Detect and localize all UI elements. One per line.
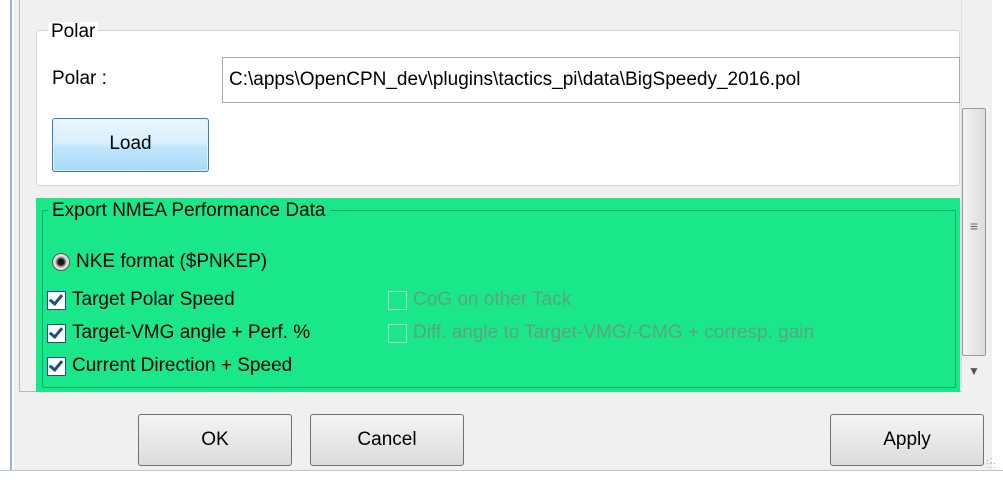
resize-grip-icon[interactable]: ·::::	[986, 456, 1000, 472]
cancel-button[interactable]: Cancel	[310, 414, 464, 466]
left-checkbox-column: Target Polar Speed Target-VMG angle + Pe…	[47, 287, 310, 379]
checkbox-checked-icon[interactable]	[47, 356, 66, 376]
grip-icon: ≡	[969, 218, 979, 234]
export-group-legend: Export NMEA Performance Data	[48, 201, 330, 221]
ok-button[interactable]: OK	[138, 414, 292, 466]
radio-selected-icon[interactable]	[52, 253, 70, 271]
target-polar-speed-checkbox[interactable]: Target Polar Speed	[47, 287, 310, 313]
arrow-down-icon[interactable]: ▼	[966, 358, 982, 384]
checkbox-label: Diff. angle to Target-VMG/-CMG + corresp…	[413, 322, 815, 343]
checkbox-label: Target Polar Speed	[72, 289, 235, 310]
load-button[interactable]: Load	[52, 118, 209, 172]
target-vmg-angle-checkbox[interactable]: Target-VMG angle + Perf. %	[47, 320, 310, 346]
checkbox-unchecked-icon[interactable]	[388, 290, 407, 310]
checkbox-checked-icon[interactable]	[47, 290, 66, 310]
checkbox-checked-icon[interactable]	[47, 323, 66, 343]
checkbox-label: Current Direction + Speed	[72, 355, 293, 376]
window-frame-left	[0, 0, 12, 484]
polar-group-legend: Polar	[48, 22, 99, 42]
nke-format-label: NKE format ($PNKEP)	[76, 251, 268, 272]
window-frame-bottom	[0, 470, 1003, 484]
checkbox-unchecked-icon[interactable]	[388, 323, 407, 343]
polar-file-path-field[interactable]: C:\apps\OpenCPN_dev\plugins\tactics_pi\d…	[222, 57, 960, 103]
cog-other-tack-checkbox[interactable]: CoG on other Tack	[388, 287, 814, 313]
checkbox-label: CoG on other Tack	[413, 289, 572, 310]
right-checkbox-column: CoG on other Tack Diff. angle to Target-…	[388, 287, 814, 346]
diff-angle-target-vmg-checkbox[interactable]: Diff. angle to Target-VMG/-CMG + corresp…	[388, 320, 814, 346]
polar-file-label: Polar :	[52, 68, 107, 89]
current-direction-speed-checkbox[interactable]: Current Direction + Speed	[47, 353, 310, 379]
nke-format-radio[interactable]: NKE format ($PNKEP)	[52, 250, 267, 274]
checkbox-label: Target-VMG angle + Perf. %	[72, 322, 311, 343]
apply-button[interactable]: Apply	[830, 414, 984, 466]
